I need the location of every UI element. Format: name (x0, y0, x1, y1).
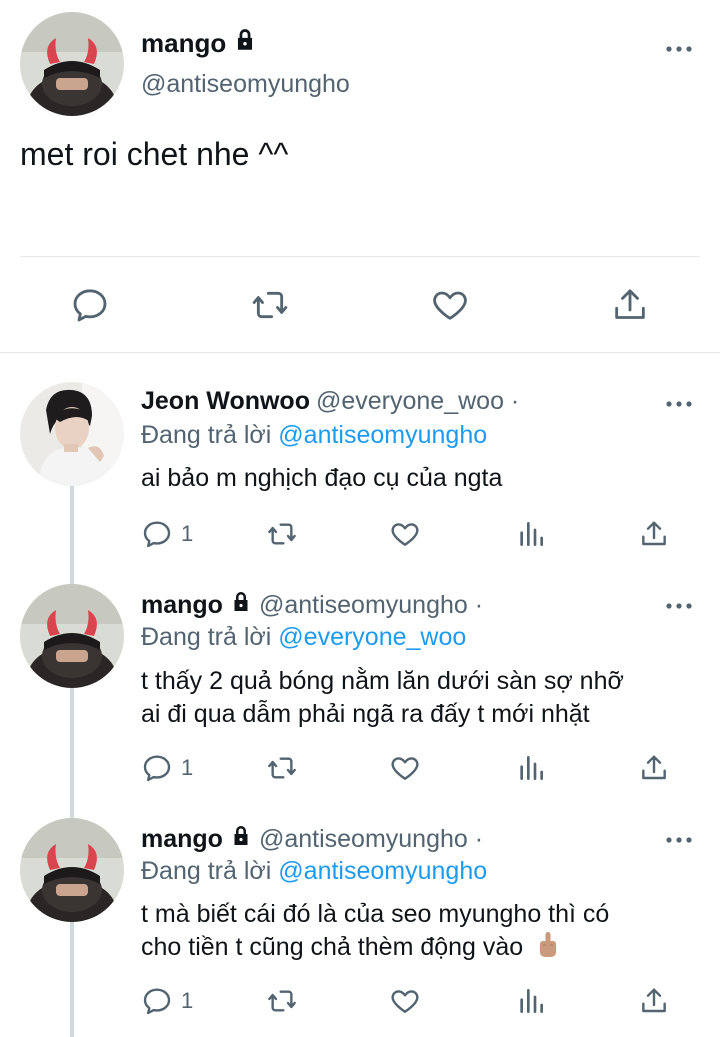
like-icon (391, 990, 419, 1013)
analytics-icon (520, 989, 543, 1013)
reply-author-handle[interactable]: @antiseomyungho · (259, 825, 483, 854)
reply-count: 1 (181, 755, 194, 780)
reply-author-avatar[interactable] (20, 382, 124, 486)
reply-text-line: t mà biết cái đó là của seo myungho thì … (141, 900, 610, 928)
reply-header: mango @antiseomyungho · (141, 590, 483, 621)
share-icon (642, 755, 666, 780)
avatar-image (20, 382, 124, 486)
analytics-button[interactable] (515, 985, 547, 1017)
lock-icon (229, 824, 253, 855)
reply-text-line: ai bảo m nghịch đạo cụ của ngta (141, 464, 503, 492)
like-icon (433, 291, 467, 320)
share-icon (642, 988, 666, 1013)
analytics-button[interactable] (515, 518, 547, 550)
reply-text: ai bảo m nghịch đạo cụ của ngta (141, 462, 502, 495)
more-options-icon[interactable] (665, 41, 693, 52)
main-author-handle[interactable]: @antiseomyungho (141, 70, 350, 99)
retweet-icon (268, 990, 296, 1012)
share-icon (642, 521, 666, 546)
retweet-icon (268, 757, 296, 779)
lock-icon (232, 27, 258, 60)
avatar-image (20, 818, 124, 922)
reply-button[interactable] (70, 285, 110, 325)
like-button[interactable] (389, 985, 421, 1017)
middle-finger-emoji-icon (536, 931, 560, 968)
reply-author-name[interactable]: mango (141, 591, 223, 620)
reply-author-name[interactable]: mango (141, 825, 223, 854)
main-author-name[interactable]: mango (141, 28, 226, 59)
share-button[interactable] (638, 518, 670, 550)
replying-to-line: Đang trả lời @antiseomyungho (141, 421, 487, 450)
replying-to-mention[interactable]: @antiseomyungho (278, 421, 487, 449)
retweet-button[interactable] (265, 518, 299, 550)
reply-author-handle[interactable]: @antiseomyungho · (259, 591, 483, 620)
share-button[interactable] (638, 985, 670, 1017)
reply-author-avatar[interactable] (20, 818, 124, 922)
reply-text: t thấy 2 quả bóng nằm lăn dưới sàn sợ nh… (141, 665, 624, 731)
replying-to-mention[interactable]: @everyone_woo (278, 623, 466, 651)
reply-author-avatar[interactable] (20, 584, 124, 688)
reply-text-line: cho tiền t cũng chả thèm động vào (141, 933, 524, 961)
reply-header: mango @antiseomyungho · (141, 824, 483, 855)
avatar-image (20, 584, 124, 688)
replying-to-line: Đang trả lời @antiseomyungho (141, 857, 487, 886)
like-button[interactable] (430, 285, 470, 325)
main-tweet-text: met roi chet nhe ^^ (20, 136, 289, 172)
reply-text: t mà biết cái đó là của seo myungho thì … (141, 898, 609, 968)
reply-icon (143, 755, 171, 782)
like-icon (391, 757, 419, 780)
retweet-button[interactable] (249, 285, 291, 325)
reply-button[interactable]: 1 (141, 752, 193, 784)
reply-author-name[interactable]: Jeon Wonwoo (141, 387, 310, 416)
main-author-avatar[interactable] (20, 12, 124, 116)
like-button[interactable] (389, 752, 421, 784)
reply-text-line: t thấy 2 quả bóng nằm lăn dưới sàn sợ nh… (141, 667, 624, 695)
reply-icon (143, 521, 171, 548)
more-options-icon[interactable] (665, 396, 693, 407)
analytics-button[interactable] (515, 752, 547, 784)
more-options-icon[interactable] (665, 832, 693, 843)
reply-count: 1 (181, 521, 194, 546)
reply-icon (73, 289, 107, 322)
main-divider (20, 256, 700, 257)
reply-count: 1 (181, 988, 194, 1013)
share-icon (615, 289, 645, 319)
lock-icon (229, 590, 253, 621)
reply-icon (143, 988, 171, 1015)
section-divider (0, 352, 720, 353)
like-button[interactable] (389, 518, 421, 550)
reply-author-handle[interactable]: @everyone_woo · (316, 387, 519, 416)
retweet-button[interactable] (265, 985, 299, 1017)
avatar-image (20, 12, 124, 116)
reply-button[interactable]: 1 (141, 985, 193, 1017)
reply-header: Jeon Wonwoo @everyone_woo · (141, 387, 519, 416)
replying-prefix: Đang trả lời (141, 857, 272, 885)
replying-prefix: Đang trả lời (141, 421, 272, 449)
retweet-icon (252, 291, 288, 319)
more-options-icon[interactable] (665, 598, 693, 609)
share-button[interactable] (610, 285, 650, 325)
retweet-icon (268, 523, 296, 545)
replying-to-mention[interactable]: @antiseomyungho (278, 857, 487, 885)
thread-line (70, 485, 74, 1037)
share-button[interactable] (638, 752, 670, 784)
reply-text-line: ai đi qua dẫm phải ngã ra đấy t mới nhặt (141, 700, 590, 728)
reply-button[interactable]: 1 (141, 518, 193, 550)
analytics-icon (520, 522, 543, 546)
replying-to-line: Đang trả lời @everyone_woo (141, 623, 466, 652)
main-author-name-row[interactable]: mango (141, 27, 258, 60)
reply-text-line-with-emoji: cho tiền t cũng chả thèm động vào (141, 931, 609, 968)
retweet-button[interactable] (265, 752, 299, 784)
analytics-icon (520, 756, 543, 780)
replying-prefix: Đang trả lời (141, 623, 272, 651)
like-icon (391, 523, 419, 546)
